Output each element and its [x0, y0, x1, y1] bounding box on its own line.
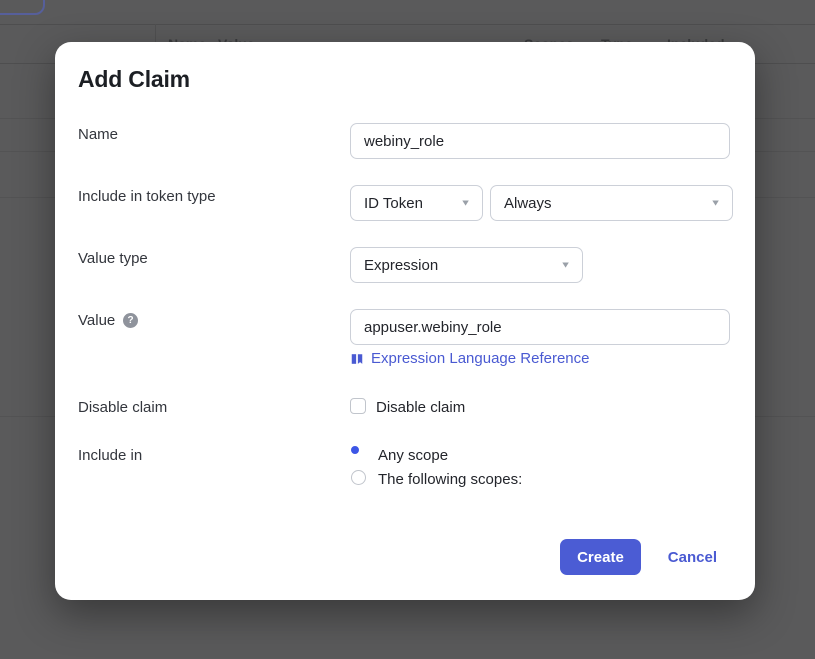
token-inclusion-select[interactable]: Always ▼	[490, 185, 733, 221]
name-label: Name	[78, 126, 119, 143]
chevron-down-icon: ▼	[710, 197, 721, 208]
help-icon[interactable]: ?	[123, 313, 138, 328]
token-inclusion-select-value: Always	[504, 194, 552, 212]
include-in-label: Include in	[78, 447, 143, 464]
name-input[interactable]	[350, 123, 730, 159]
following-scopes-radio[interactable]	[351, 470, 366, 485]
background-partial-button	[0, 0, 45, 15]
value-type-select[interactable]: Expression ▼	[350, 247, 583, 283]
chevron-down-icon: ▼	[460, 197, 471, 208]
background-divider	[0, 24, 815, 25]
cancel-button[interactable]: Cancel	[668, 549, 717, 566]
add-claim-dialog: Add Claim Name Include in token type ID …	[55, 42, 755, 600]
any-scope-radio[interactable]	[351, 446, 359, 454]
value-input[interactable]	[350, 309, 730, 345]
token-type-select[interactable]: ID Token ▼	[350, 185, 483, 221]
expression-reference-link-text: Expression Language Reference	[371, 350, 590, 367]
disable-claim-checkbox-label: Disable claim	[376, 399, 466, 416]
token-type-select-value: ID Token	[364, 194, 423, 212]
disable-claim-checkbox[interactable]	[350, 398, 366, 414]
dialog-title: Add Claim	[78, 66, 190, 92]
token-type-label: Include in token type	[78, 188, 216, 205]
chevron-down-icon: ▼	[560, 259, 571, 270]
create-button[interactable]: Create	[560, 539, 641, 575]
screen: Name Value Scopes Type Included Add Clai…	[0, 0, 815, 659]
any-scope-radio-label: Any scope	[378, 447, 449, 464]
disable-claim-label: Disable claim	[78, 399, 168, 416]
value-label: Value	[78, 312, 116, 329]
book-icon	[350, 352, 364, 366]
dialog-actions: Create Cancel	[560, 539, 717, 575]
value-type-label: Value type	[78, 250, 148, 267]
value-type-select-value: Expression	[364, 256, 439, 274]
following-scopes-radio-label: The following scopes:	[378, 471, 523, 488]
expression-reference-link[interactable]: Expression Language Reference	[350, 350, 589, 367]
